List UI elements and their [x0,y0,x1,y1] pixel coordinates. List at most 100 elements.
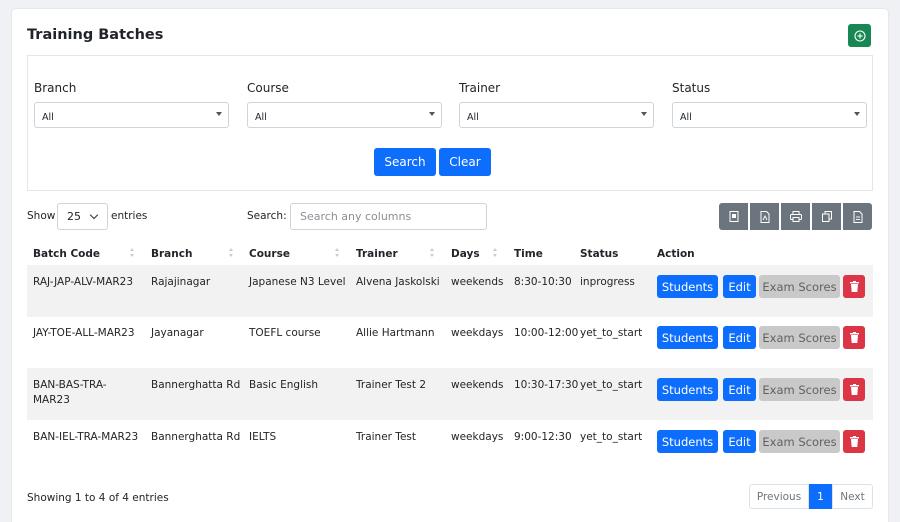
column-header-trainer[interactable]: Trainer [356,248,398,260]
trash-icon [849,384,859,395]
trainer-cell: Trainer Test 2 [356,379,427,391]
sort-icon [130,248,135,258]
time-cell: 9:00-12:30 [514,431,572,443]
delete-button[interactable] [843,378,865,401]
branch-filter-select[interactable]: All [34,102,229,128]
column-header-action: Action [657,248,695,260]
plus-circle-icon [853,29,866,42]
filter-panel: Branch All Course All Trainer All Status… [27,55,873,191]
status-filter-value: All [680,112,692,123]
export-csv-button[interactable] [843,203,872,230]
batch-code-cell: JAY-TOE-ALL-MAR23 [33,327,135,339]
edit-button[interactable]: Edit [723,378,756,401]
exam-scores-button[interactable]: Exam Scores [759,275,840,298]
print-button[interactable] [781,203,810,230]
course-filter-select[interactable]: All [247,102,442,128]
export-pdf-button[interactable] [750,203,779,230]
sort-icon [430,248,435,258]
entries-per-page-select[interactable]: 25 [57,203,108,230]
branch-cell: Jayanagar [151,327,204,339]
exam-scores-button[interactable]: Exam Scores [759,378,840,401]
time-cell: 10:00-12:00 [514,327,579,339]
status-cell: inprogress [580,276,635,288]
delete-button[interactable] [843,275,865,298]
show-label: Show [27,210,56,222]
trainer-filter-label: Trainer [459,81,501,95]
pagination-next[interactable]: Next [832,484,873,509]
course-cell: Basic English [249,379,319,391]
days-cell: weekends [451,276,504,288]
printer-icon [789,211,802,222]
add-batch-button[interactable] [848,24,871,47]
sort-icon [229,248,234,258]
pdf-file-icon [760,210,769,223]
sort-icon [493,248,498,258]
branch-cell: Bannerghatta Rd [151,379,241,391]
table-search-input[interactable] [290,203,487,230]
trainer-cell: Allie Hartmann [356,327,435,339]
trainer-cell: Alvena Jaskolski [356,276,440,288]
copy-icon [821,211,832,222]
page-title: Training Batches [27,27,164,43]
course-filter-label: Course [247,81,289,95]
caret-down-icon [641,112,647,116]
filter-search-button[interactable]: Search [374,148,436,176]
branch-filter-value: All [42,112,54,123]
column-header-time: Time [514,248,543,260]
table-search-label: Search: [247,210,287,222]
course-filter-value: All [255,112,267,123]
edit-button[interactable]: Edit [723,326,756,349]
pagination-previous[interactable]: Previous [749,484,809,509]
caret-down-icon [216,112,222,116]
status-cell: yet_to_start [580,327,643,339]
status-filter-select[interactable]: All [672,102,867,128]
export-excel-button[interactable] [719,203,748,230]
delete-button[interactable] [843,326,865,349]
column-header-branch[interactable]: Branch [151,248,192,260]
course-cell: TOEFL course [249,327,321,339]
table-info: Showing 1 to 4 of 4 entries [27,492,169,504]
batch-code-cell: BAN-IEL-TRA-MAR23 [33,431,139,443]
trash-icon [849,281,859,292]
column-header-batch-code[interactable]: Batch Code [33,248,100,260]
students-button[interactable]: Students [657,326,718,349]
sort-icon [335,248,340,258]
branch-filter-label: Branch [34,81,77,95]
edit-button[interactable]: Edit [723,430,756,453]
copy-button[interactable] [812,203,841,230]
trainer-cell: Trainer Test [356,431,416,443]
delete-button[interactable] [843,430,865,453]
trainer-filter-value: All [467,112,479,123]
status-cell: yet_to_start [580,431,643,443]
trash-icon [849,436,859,447]
caret-down-icon [854,112,860,116]
students-button[interactable]: Students [657,430,718,453]
status-filter-label: Status [672,81,711,95]
filter-clear-button[interactable]: Clear [439,148,491,176]
trainer-filter-select[interactable]: All [459,102,654,128]
pagination-page-1[interactable]: 1 [809,484,832,509]
status-cell: yet_to_start [580,379,643,391]
edit-button[interactable]: Edit [723,275,756,298]
days-cell: weekends [451,379,504,391]
csv-file-icon [853,210,862,223]
days-cell: weekdays [451,327,504,339]
column-header-course[interactable]: Course [249,248,290,260]
column-header-status: Status [580,248,619,260]
table-row: RAJ-JAP-ALV-MAR23 Rajajinagar Japanese N… [27,265,873,317]
table-row: JAY-TOE-ALL-MAR23 Jayanagar TOEFL course… [27,316,873,368]
excel-file-icon [729,211,738,222]
table-row: BAN-BAS-TRA-MAR23 Bannerghatta Rd Basic … [27,368,873,420]
branch-cell: Rajajinagar [151,276,211,288]
time-cell: 10:30-17:30 [514,379,579,391]
course-cell: Japanese N3 Level [249,276,346,288]
students-button[interactable]: Students [657,378,718,401]
column-header-days[interactable]: Days [451,248,480,260]
entries-label: entries [111,210,148,222]
batch-code-cell: RAJ-JAP-ALV-MAR23 [33,276,134,288]
exam-scores-button[interactable]: Exam Scores [759,326,840,349]
trash-icon [849,332,859,343]
time-cell: 8:30-10:30 [514,276,572,288]
students-button[interactable]: Students [657,275,718,298]
exam-scores-button[interactable]: Exam Scores [759,430,840,453]
